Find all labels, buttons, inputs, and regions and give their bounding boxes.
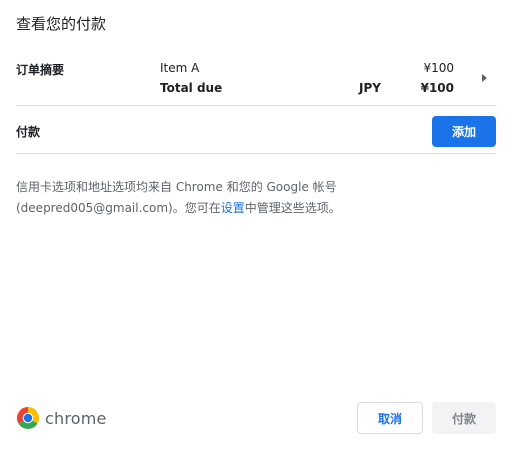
order-summary-label: 订单摘要 xyxy=(16,63,65,77)
chrome-logo-icon xyxy=(16,407,40,430)
order-summary-section[interactable]: 订单摘要 Item A ¥100 Total due JPY ¥100 xyxy=(16,52,496,106)
payment-label: 付款 xyxy=(16,125,41,139)
chrome-branding: chrome xyxy=(16,406,107,430)
info-line-2: (deepred005@gmail.com)。您可在设置中管理这些选项。 xyxy=(16,198,496,219)
cancel-button[interactable]: 取消 xyxy=(357,402,423,434)
pay-button[interactable]: 付款 xyxy=(432,402,496,434)
total-amount: ¥100 xyxy=(420,81,454,95)
expand-arrow-icon[interactable] xyxy=(482,74,487,82)
item-name: Item A xyxy=(160,61,200,75)
total-due-label: Total due xyxy=(160,81,223,95)
item-price: ¥100 xyxy=(423,61,454,75)
chrome-wordmark: chrome xyxy=(45,408,107,428)
info-line-2-prefix: (deepred005@gmail.com)。您可在 xyxy=(16,201,221,215)
add-payment-button[interactable]: 添加 xyxy=(432,116,496,147)
payment-section: 付款 添加 xyxy=(16,106,496,154)
info-line-1: 信用卡选项和地址选项均来自 Chrome 和您的 Google 帐号 xyxy=(16,180,337,194)
dialog-title: 查看您的付款 xyxy=(16,15,107,33)
info-line-2-suffix: 中管理这些选项。 xyxy=(244,201,341,215)
info-text: 信用卡选项和地址选项均来自 Chrome 和您的 Google 帐号 (deep… xyxy=(16,177,496,219)
settings-link[interactable]: 设置 xyxy=(221,201,245,215)
total-currency: JPY xyxy=(359,81,381,95)
